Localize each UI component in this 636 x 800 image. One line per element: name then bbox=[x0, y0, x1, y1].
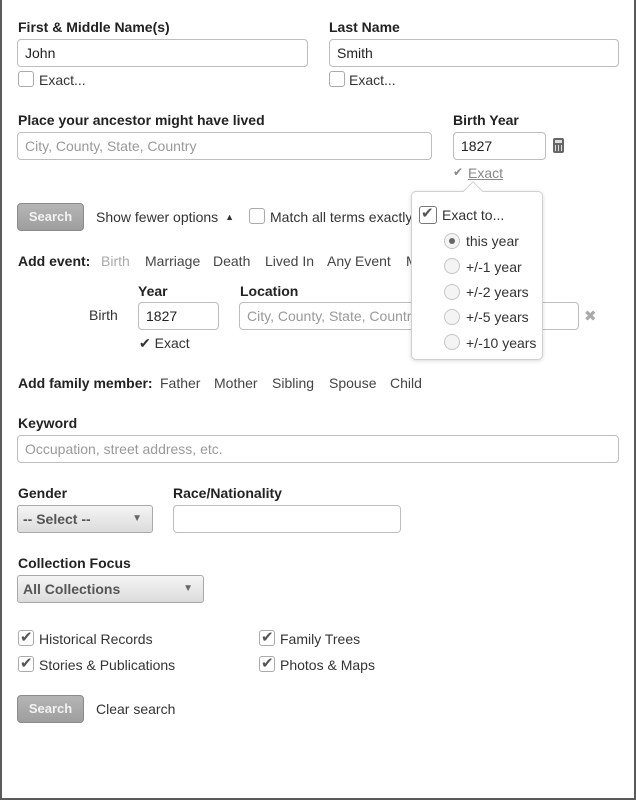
check-icon: ✔ bbox=[453, 165, 464, 179]
first-name-label: First & Middle Name(s) bbox=[18, 19, 170, 35]
radio-label-this-year: this year bbox=[466, 233, 519, 249]
birth-year-label: Birth Year bbox=[453, 112, 519, 128]
event-year-input[interactable]: 1827 bbox=[138, 302, 219, 330]
footer-search-button[interactable]: Search bbox=[17, 695, 84, 723]
exact-to-checkbox[interactable] bbox=[419, 204, 437, 224]
event-name: Birth bbox=[89, 307, 118, 323]
radio-2-years[interactable] bbox=[444, 284, 460, 300]
add-event-label: Add event: bbox=[18, 253, 91, 269]
last-name-input[interactable]: Smith bbox=[329, 39, 619, 67]
gender-selected: -- Select -- bbox=[23, 511, 91, 527]
stories-publications-checkbox[interactable] bbox=[18, 654, 34, 672]
keyword-label: Keyword bbox=[18, 415, 78, 431]
add-event-birth[interactable]: Birth bbox=[101, 253, 130, 269]
radio-this-year[interactable] bbox=[444, 233, 460, 249]
match-all-label: Match all terms exactly bbox=[270, 209, 413, 225]
add-family-spouse[interactable]: Spouse bbox=[329, 375, 376, 391]
historical-records-checkbox[interactable] bbox=[18, 628, 34, 646]
collection-focus-select[interactable]: All Collections ▼ bbox=[17, 575, 204, 603]
collection-focus-label: Collection Focus bbox=[18, 555, 131, 571]
historical-records-label: Historical Records bbox=[39, 631, 153, 647]
radio-label-10-years: +/-10 years bbox=[466, 335, 537, 351]
radio-5-years[interactable] bbox=[444, 309, 460, 325]
radio-label-1-year: +/-1 year bbox=[466, 259, 522, 275]
last-name-exact-label: Exact... bbox=[349, 72, 396, 88]
chevron-down-icon: ▼ bbox=[132, 513, 142, 524]
event-exact-link[interactable]: ✔ Exact bbox=[139, 335, 190, 352]
race-label: Race/Nationality bbox=[173, 485, 282, 501]
event-location-label: Location bbox=[240, 283, 299, 299]
show-fewer-label: Show fewer options bbox=[96, 209, 219, 225]
add-family-child[interactable]: Child bbox=[390, 375, 422, 391]
gender-select[interactable]: -- Select -- ▼ bbox=[17, 505, 153, 533]
race-input[interactable] bbox=[173, 505, 401, 533]
add-event-death[interactable]: Death bbox=[213, 253, 250, 269]
event-year-label: Year bbox=[138, 283, 168, 299]
exact-to-label: Exact to... bbox=[442, 207, 505, 223]
family-trees-label: Family Trees bbox=[280, 631, 361, 647]
place-input[interactable]: City, County, State, Country bbox=[17, 132, 432, 160]
triangle-up-icon: ▲ bbox=[225, 212, 234, 222]
keyword-input[interactable]: Occupation, street address, etc. bbox=[17, 435, 619, 463]
first-name-exact-label: Exact... bbox=[39, 72, 86, 88]
match-all-checkbox[interactable] bbox=[249, 208, 265, 224]
radio-label-5-years: +/-5 years bbox=[466, 309, 529, 325]
photos-maps-label: Photos & Maps bbox=[280, 657, 375, 673]
search-button[interactable]: Search bbox=[17, 203, 84, 231]
radio-10-years[interactable] bbox=[444, 334, 460, 350]
birth-year-exact-link[interactable]: Exact bbox=[468, 165, 503, 181]
chevron-down-icon: ▼ bbox=[183, 583, 193, 594]
gender-label: Gender bbox=[18, 485, 68, 501]
clear-search-link[interactable]: Clear search bbox=[96, 701, 175, 717]
stories-publications-label: Stories & Publications bbox=[39, 657, 176, 673]
radio-label-2-years: +/-2 years bbox=[466, 284, 529, 300]
birth-year-input[interactable]: 1827 bbox=[453, 132, 546, 160]
add-family-mother[interactable]: Mother bbox=[214, 375, 258, 391]
photos-maps-checkbox[interactable] bbox=[259, 654, 275, 672]
add-event-any-event[interactable]: Any Event bbox=[327, 253, 391, 269]
place-label: Place your ancestor might have lived bbox=[18, 112, 265, 128]
collection-selected: All Collections bbox=[23, 581, 121, 597]
add-event-marriage[interactable]: Marriage bbox=[145, 253, 200, 269]
show-fewer-options-link[interactable]: Show fewer options ▲ bbox=[96, 209, 234, 225]
add-family-label: Add family member: bbox=[18, 375, 153, 391]
first-name-input[interactable]: John bbox=[17, 39, 308, 67]
calculator-icon[interactable] bbox=[553, 138, 564, 153]
add-family-father[interactable]: Father bbox=[160, 375, 200, 391]
first-name-exact-checkbox[interactable] bbox=[18, 71, 34, 87]
family-trees-checkbox[interactable] bbox=[259, 628, 275, 646]
remove-event-icon[interactable]: ✖ bbox=[584, 307, 597, 325]
add-event-lived-in[interactable]: Lived In bbox=[265, 253, 314, 269]
last-name-label: Last Name bbox=[329, 19, 400, 35]
last-name-exact-checkbox[interactable] bbox=[329, 71, 345, 87]
radio-1-year[interactable] bbox=[444, 258, 460, 274]
add-family-sibling[interactable]: Sibling bbox=[272, 375, 314, 391]
